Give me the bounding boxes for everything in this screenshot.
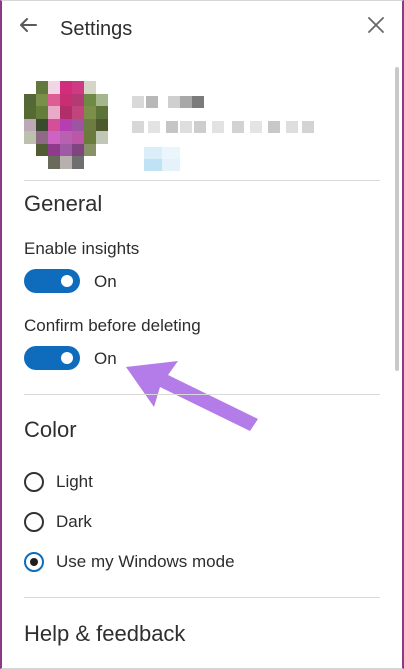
radio-label: Dark <box>56 512 92 531</box>
close-button[interactable] <box>358 9 394 45</box>
divider <box>24 597 380 598</box>
back-arrow-icon <box>17 14 39 41</box>
enable-insights-label: Enable insights <box>24 239 140 258</box>
back-button[interactable] <box>10 9 46 45</box>
settings-window: Settings General Enable insights On Conf… <box>0 0 404 669</box>
section-title-general: General <box>24 191 103 216</box>
page-title: Settings <box>60 18 133 40</box>
scrollbar[interactable] <box>395 67 399 371</box>
radio-option-dark[interactable]: Dark <box>24 509 92 535</box>
divider <box>24 180 380 181</box>
radio-label: Use my Windows mode <box>56 552 235 571</box>
radio-button[interactable] <box>24 552 44 572</box>
toggle-knob <box>61 275 73 287</box>
toggle-knob <box>61 352 73 364</box>
radio-label: Light <box>56 472 93 491</box>
annotation-arrow-icon <box>126 361 258 431</box>
account-email <box>132 121 314 133</box>
account-link[interactable] <box>144 147 180 171</box>
confirm-before-deleting-label: Confirm before deleting <box>24 316 201 335</box>
settings-header: Settings <box>2 1 402 57</box>
confirm-before-deleting-toggle[interactable] <box>24 346 80 370</box>
avatar <box>24 81 108 169</box>
radio-option-light[interactable]: Light <box>24 469 93 495</box>
account-name <box>132 96 212 108</box>
radio-button[interactable] <box>24 472 44 492</box>
enable-insights-state: On <box>94 272 117 291</box>
section-title-help-feedback: Help & feedback <box>24 621 186 646</box>
close-icon <box>367 16 385 39</box>
enable-insights-toggle[interactable] <box>24 269 80 293</box>
radio-option-use-my-windows-mode[interactable]: Use my Windows mode <box>24 549 235 575</box>
radio-button[interactable] <box>24 512 44 532</box>
confirm-before-deleting-state: On <box>94 349 117 368</box>
section-title-color: Color <box>24 417 77 442</box>
divider <box>24 394 380 395</box>
